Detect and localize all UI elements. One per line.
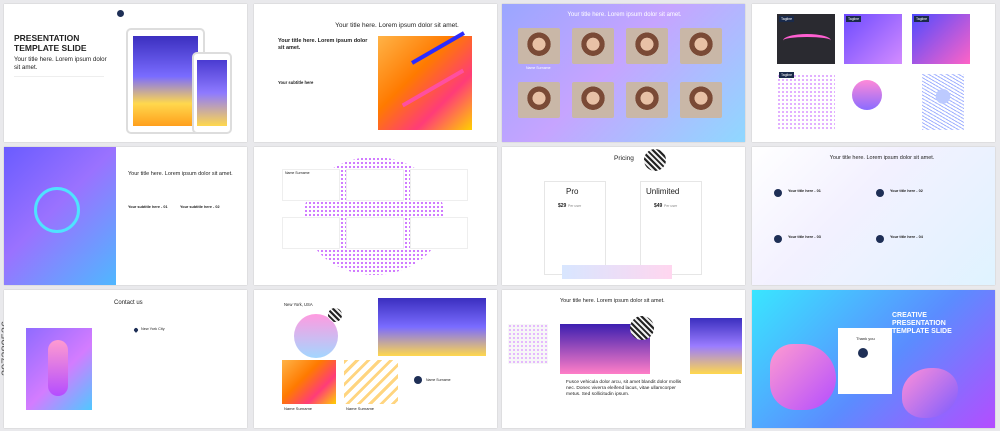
slide-title: Your title here. Lorem ipsum dolor sit a… bbox=[829, 155, 935, 161]
tagline-badge: Tagline bbox=[779, 16, 795, 22]
body-text: Fusce vehicula dolor arcu, sit amet blan… bbox=[566, 380, 682, 398]
team-photo bbox=[572, 28, 614, 64]
team-photo bbox=[518, 28, 560, 64]
slide-subtitle: Your title here. Lorem ipsum dolor sit a… bbox=[14, 56, 107, 71]
gradient-image bbox=[378, 298, 486, 356]
striped-sphere bbox=[644, 149, 666, 171]
gradient-image bbox=[26, 328, 92, 410]
card bbox=[346, 169, 404, 201]
image-dots-burst bbox=[777, 74, 835, 129]
gradient-image bbox=[690, 318, 742, 374]
plan-price: $49 bbox=[654, 203, 663, 209]
slide-title: Your title here. Lorem ipsum dolor sit a… bbox=[560, 298, 665, 304]
team-photo bbox=[572, 82, 614, 118]
slide-title: CREATIVE PRESENTATION TEMPLATE SLIDE bbox=[892, 312, 952, 335]
avatar-icon bbox=[414, 376, 422, 384]
card bbox=[282, 217, 340, 249]
plan-unit: Per user bbox=[664, 204, 678, 208]
slide-10[interactable]: New York, USA Name Surname Name Surname … bbox=[254, 290, 497, 428]
thank-you: Thank you bbox=[856, 336, 875, 341]
card bbox=[410, 169, 468, 201]
slide-5[interactable]: Your title here. Lorem ipsum dolor sit a… bbox=[4, 147, 247, 285]
gradient-image bbox=[4, 147, 116, 285]
feature-title: Your title here - 02 bbox=[890, 189, 923, 193]
feature-icon bbox=[774, 189, 782, 197]
team-photo bbox=[626, 28, 668, 64]
feature-title: Your title here - 04 bbox=[890, 235, 923, 239]
subtitle-1: Your subtitle here - 01 bbox=[128, 205, 168, 209]
body-text bbox=[128, 212, 238, 232]
name-label: Name Surname bbox=[346, 406, 375, 411]
slide-title: PRESENTATION TEMPLATE SLIDE bbox=[14, 33, 87, 53]
feature-icon bbox=[774, 235, 782, 243]
slide-title: Your title here. Lorem ipsum dolor sit a… bbox=[335, 22, 459, 29]
plan-price: $29 bbox=[558, 203, 567, 209]
slide-6[interactable]: Name Surname bbox=[254, 147, 497, 285]
fluid-shape bbox=[770, 344, 836, 410]
location-label: New York City bbox=[141, 327, 165, 331]
fluid-shape bbox=[902, 368, 958, 418]
image-sketch-portrait bbox=[922, 74, 964, 130]
card bbox=[346, 217, 404, 249]
slide-3[interactable]: Your title here. Lorem ipsum dolor sit a… bbox=[502, 4, 745, 142]
slide-4[interactable]: Tagline Tagline Tagline Tagline bbox=[752, 4, 995, 142]
slide-7[interactable]: Pricing Pro $29 Per user Unlimited $49 P… bbox=[502, 147, 745, 285]
plan-name: Unlimited bbox=[646, 187, 680, 196]
slide-title: Your title here. Lorem ipsum dolor sit a… bbox=[128, 171, 233, 177]
plan-name: Pro bbox=[566, 187, 579, 196]
location-label: New York, USA bbox=[284, 302, 313, 307]
name-label: Name Surname bbox=[526, 66, 551, 70]
card bbox=[410, 217, 468, 249]
tagline-badge: Tagline bbox=[846, 16, 862, 22]
logo-icon bbox=[117, 10, 124, 17]
team-photo bbox=[518, 82, 560, 118]
plan-unit: Per user bbox=[568, 204, 582, 208]
team-photo bbox=[680, 28, 722, 64]
feature-title: Your title here - 01 bbox=[788, 189, 821, 193]
striped-sphere bbox=[630, 316, 654, 340]
team-photo bbox=[680, 82, 722, 118]
body-text bbox=[278, 56, 368, 70]
gradient-strip bbox=[562, 265, 672, 279]
gradient-image bbox=[378, 31, 472, 130]
slide-11[interactable]: Your title here. Lorem ipsum dolor sit a… bbox=[502, 290, 745, 428]
slide-title: Contact us bbox=[114, 300, 143, 306]
glitter-image bbox=[508, 324, 548, 364]
image-retro-sun bbox=[852, 80, 882, 110]
body-text bbox=[128, 183, 238, 199]
slide-title: Your title here. Lorem ipsum dolor sit a… bbox=[567, 12, 682, 18]
phone-mockup bbox=[192, 52, 232, 134]
name-label: Name Surname bbox=[426, 378, 451, 382]
location-pin-icon bbox=[133, 327, 139, 333]
slide-8[interactable]: Your title here. Lorem ipsum dolor sit a… bbox=[752, 147, 995, 285]
body-text bbox=[14, 76, 104, 97]
heading: Your title here. Lorem ipsum dolor sit a… bbox=[278, 38, 368, 51]
slide-2[interactable]: Your title here. Lorem ipsum dolor sit a… bbox=[254, 4, 497, 142]
tagline-badge: Tagline bbox=[914, 16, 930, 22]
body-text bbox=[122, 312, 232, 322]
feature-title: Your title here - 03 bbox=[788, 235, 821, 239]
subtitle-label: Your subtitle here bbox=[278, 80, 314, 85]
name-label: Name Surname bbox=[285, 171, 310, 175]
feature-icon bbox=[876, 235, 884, 243]
slide-title: Pricing bbox=[614, 155, 634, 162]
gradient-image bbox=[282, 360, 336, 404]
slide-9[interactable]: Contact us New York City bbox=[4, 290, 247, 428]
tagline-badge: Tagline bbox=[779, 72, 795, 78]
team-photo bbox=[626, 82, 668, 118]
logo-icon bbox=[858, 348, 868, 358]
striped-ball bbox=[328, 308, 342, 322]
slide-12[interactable]: CREATIVE PRESENTATION TEMPLATE SLIDE Tha… bbox=[752, 290, 995, 428]
subtitle-2: Your subtitle here - 02 bbox=[180, 205, 220, 209]
feature-icon bbox=[876, 189, 884, 197]
slide-1[interactable]: PRESENTATION TEMPLATE SLIDE Your title h… bbox=[4, 4, 247, 142]
body-text bbox=[278, 87, 368, 101]
name-label: Name Surname bbox=[284, 406, 313, 411]
stripe-image bbox=[344, 360, 398, 404]
